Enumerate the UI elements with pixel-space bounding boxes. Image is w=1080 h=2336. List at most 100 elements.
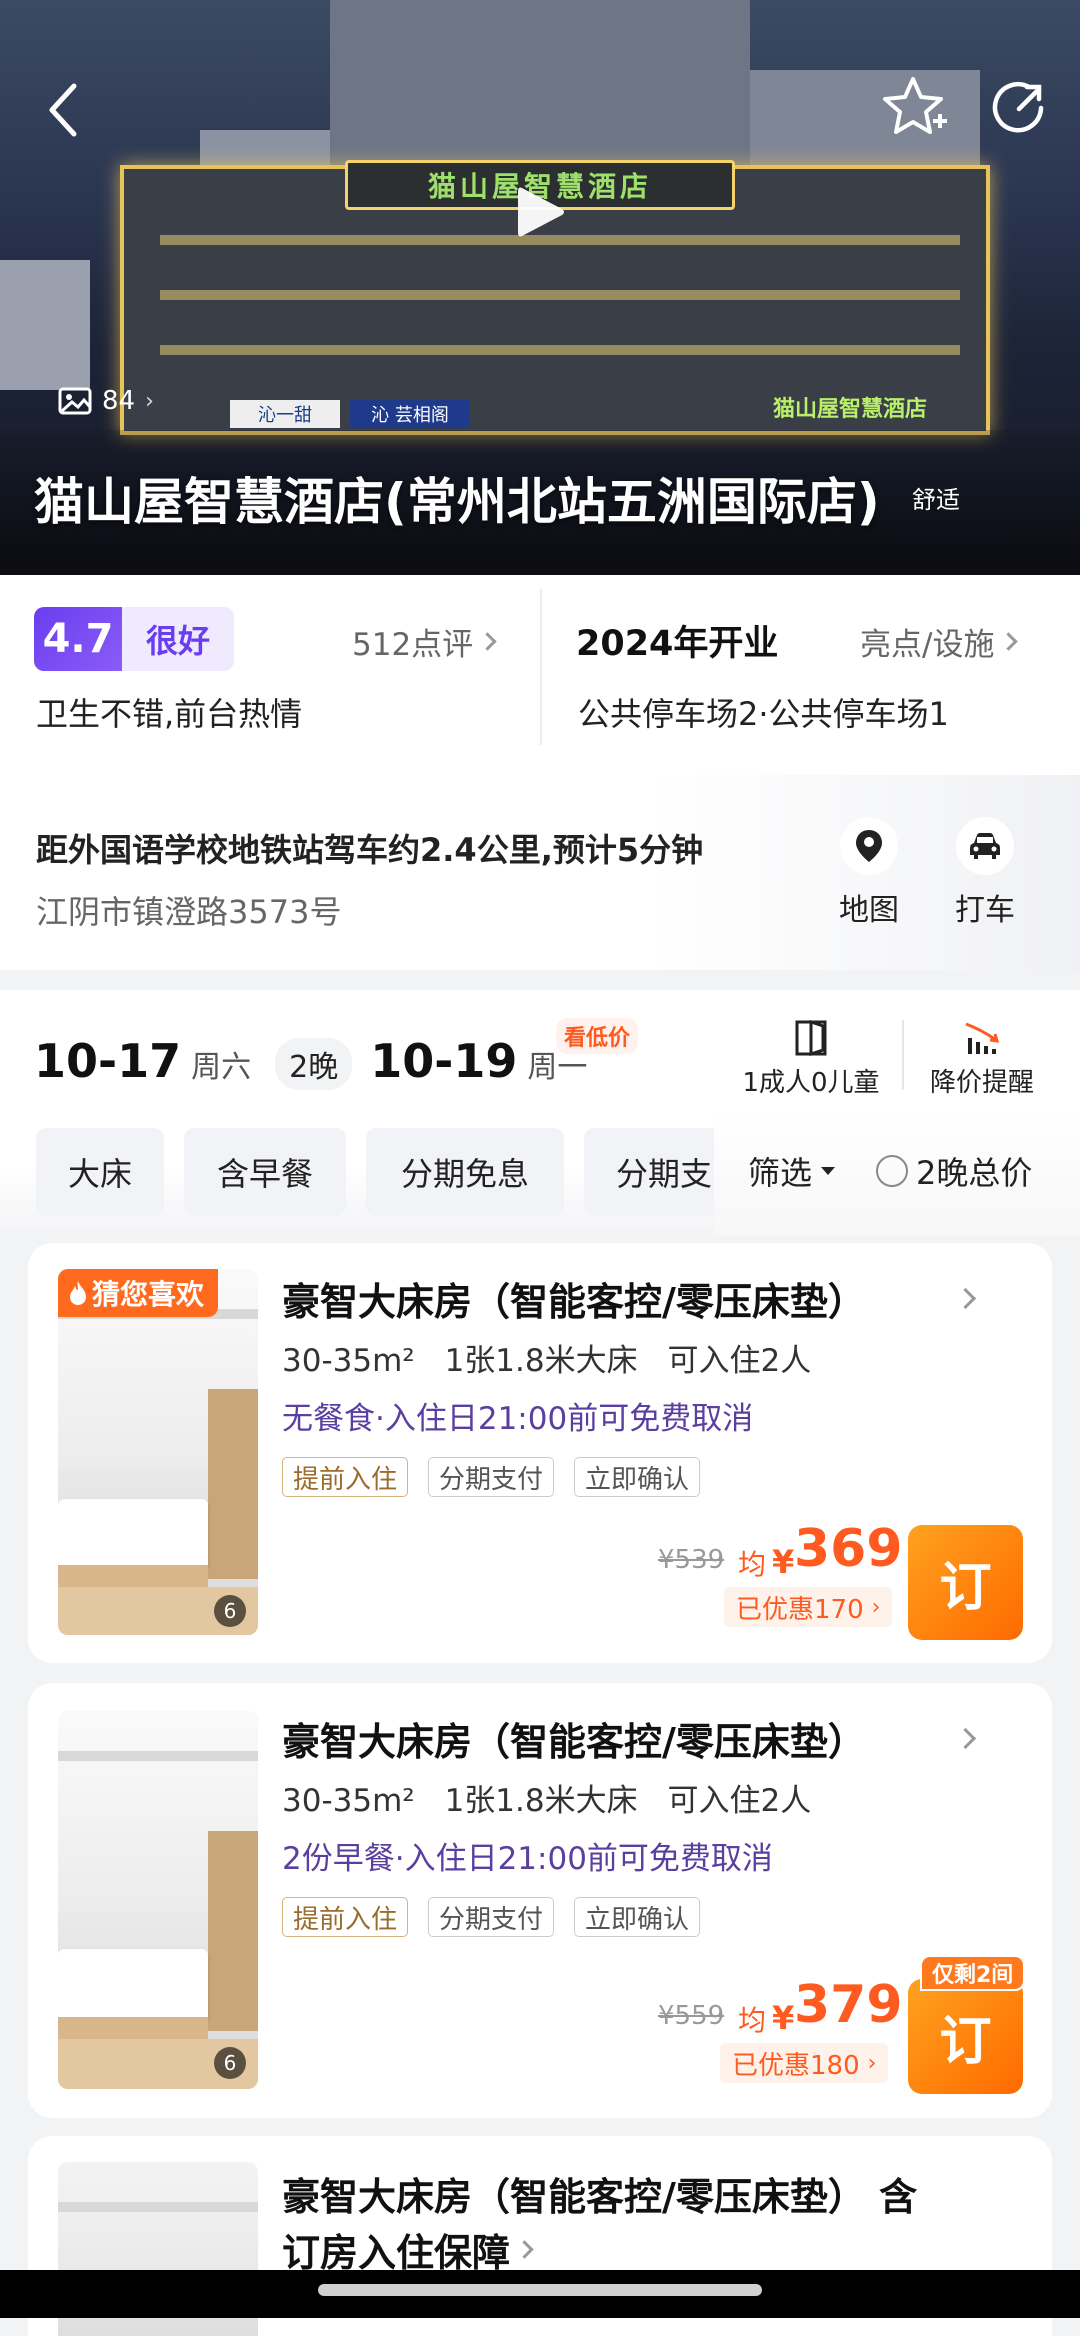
discount-link[interactable]: 已优惠170 › bbox=[724, 1587, 893, 1627]
tag-installment: 分期支付 bbox=[428, 1457, 555, 1497]
tag-early-checkin: 提前入住 bbox=[282, 1897, 409, 1937]
room-policy: 2份早餐·入住日21:00前可免费取消 bbox=[282, 1841, 773, 1877]
rooms-remaining-badge: 仅剩2间 bbox=[920, 1955, 1026, 1991]
hotel-grade-tag: 舒适 bbox=[912, 486, 960, 514]
room-title: 豪智大床房（智能客控/零压床垫） bbox=[282, 1280, 866, 1324]
avg-price-label: 均 bbox=[738, 2004, 767, 2037]
chevron-right-icon: › bbox=[145, 388, 154, 414]
room-photo[interactable]: 6 bbox=[58, 1269, 258, 1635]
avg-price-label: 均 bbox=[738, 1548, 767, 1581]
shop-sign: 沁 芸相阁 bbox=[350, 400, 470, 428]
checkin-weekday: 周六 bbox=[191, 1050, 252, 1085]
date-selector[interactable]: 10-17 周六 2晚 10-19 周一 bbox=[34, 1034, 587, 1090]
back-button[interactable] bbox=[24, 70, 104, 150]
checkout-date: 10-19 bbox=[370, 1034, 518, 1088]
room-bed: 1张1.8米大床 bbox=[444, 1343, 638, 1379]
location-section: 距外国语学校地铁站驾车约2.4公里,预计5分钟 江阴市镇澄路3573号 地图 打… bbox=[0, 775, 1080, 970]
chevron-right-icon bbox=[954, 1727, 977, 1750]
map-button[interactable]: 地图 bbox=[834, 817, 904, 929]
filter-chip-installment-free[interactable]: 分期免息 bbox=[366, 1128, 564, 1216]
price-alert-label: 降价提醒 bbox=[929, 1068, 1034, 1098]
total-price-toggle[interactable]: 2晚总价 bbox=[876, 1148, 1032, 1194]
filter-dropdown[interactable]: 筛选 bbox=[748, 1148, 836, 1194]
room-size: 30-35m² bbox=[282, 1343, 415, 1379]
hotel-address: 江阴市镇澄路3573号 bbox=[36, 893, 342, 931]
hotel-entrance-sign: 猫山屋智慧酒店 bbox=[772, 397, 927, 422]
play-video-icon[interactable] bbox=[512, 182, 568, 246]
price-down-chart-icon bbox=[965, 1022, 1000, 1054]
chevron-right-icon bbox=[954, 1287, 977, 1310]
taxi-button[interactable]: 打车 bbox=[950, 817, 1020, 929]
total-price-label: 2晚总价 bbox=[916, 1154, 1033, 1192]
price-alert-button[interactable]: 降价提醒 bbox=[922, 1018, 1042, 1099]
room-title: 豪智大床房（智能客控/零压床垫） 含 bbox=[282, 2175, 918, 2219]
hotel-hero-image[interactable]: 猫山屋智慧酒店 沁 芸相阁 沁一甜 猫山屋智慧酒店 84 › 猫山屋智慧酒店(常… bbox=[0, 0, 1080, 575]
guest-selector[interactable]: 1成人0儿童 bbox=[736, 1018, 886, 1099]
room-title: 豪智大床房（智能客控/零压床垫） bbox=[282, 1720, 866, 1764]
favorite-star-icon[interactable] bbox=[876, 68, 956, 148]
guest-count: 1成人0儿童 bbox=[742, 1068, 880, 1098]
room-price: 369 bbox=[794, 1519, 903, 1579]
map-pin-icon bbox=[840, 817, 898, 875]
checkin-date: 10-17 bbox=[34, 1034, 182, 1088]
booking-guarantee-label: 订房入住保障 bbox=[282, 2231, 511, 2275]
tag-installment: 分期支付 bbox=[428, 1897, 555, 1937]
original-price: ¥559 bbox=[658, 2001, 725, 2031]
chevron-right-icon: › bbox=[867, 2050, 877, 2076]
image-icon bbox=[58, 387, 92, 415]
photo-count[interactable]: 84 › bbox=[58, 386, 154, 416]
tag-early-checkin: 提前入住 bbox=[282, 1457, 409, 1497]
tag-instant-confirm: 立即确认 bbox=[574, 1897, 701, 1937]
price-currency: ¥ bbox=[772, 1543, 795, 1581]
room-size: 30-35m² bbox=[282, 1783, 415, 1819]
filter-chip-breakfast[interactable]: 含早餐 bbox=[184, 1128, 346, 1216]
facility-summary: 公共停车场2·公共停车场1 bbox=[578, 695, 949, 733]
filter-label: 筛选 bbox=[748, 1154, 813, 1192]
door-icon bbox=[795, 1019, 827, 1057]
room-photo[interactable]: 6 bbox=[58, 1711, 258, 2089]
hotel-info-summary: 4.7 很好 512点评 卫生不错,前台热情 2024年开业 亮点/设施 公共停… bbox=[0, 575, 1080, 775]
filter-chip-installment-pay[interactable]: 分期支 bbox=[584, 1128, 714, 1216]
discount-amount: 已优惠170 bbox=[736, 1594, 864, 1625]
booking-guarantee-link[interactable]: 订房入住保障 bbox=[282, 2222, 538, 2277]
discount-link[interactable]: 已优惠180 › bbox=[720, 2043, 889, 2083]
rating-score: 4.7 bbox=[34, 607, 122, 671]
low-price-badge[interactable]: 看低价 bbox=[556, 1018, 639, 1054]
room-capacity: 可入住2人 bbox=[667, 1783, 812, 1819]
chevron-right-icon: › bbox=[871, 1594, 881, 1620]
original-price: ¥539 bbox=[658, 1545, 725, 1575]
filter-chip-king-bed[interactable]: 大床 bbox=[36, 1128, 164, 1216]
nights-count: 2晚 bbox=[275, 1038, 353, 1090]
map-label: 地图 bbox=[839, 893, 899, 928]
reviews-count: 512点评 bbox=[352, 627, 474, 663]
room-policy: 无餐食·入住日21:00前可免费取消 bbox=[282, 1401, 754, 1437]
reviews-link[interactable]: 512点评 bbox=[352, 619, 499, 664]
rating-label: 很好 bbox=[122, 607, 234, 671]
share-refresh-icon[interactable] bbox=[978, 68, 1058, 148]
room-price: 379 bbox=[794, 1975, 903, 2035]
photo-count-badge: 6 bbox=[214, 1595, 246, 1627]
taxi-label: 打车 bbox=[955, 893, 1015, 928]
system-navigation-bar bbox=[0, 2270, 1080, 2318]
highlights-facilities-label: 亮点/设施 bbox=[860, 627, 995, 663]
room-card[interactable]: 6 豪智大床房（智能客控/零压床垫） 30-35m² 1张1.8米大床 可入住2… bbox=[28, 1683, 1052, 2118]
room-card[interactable]: 6 猜您喜欢 豪智大床房（智能客控/零压床垫） 30-35m² 1张1.8米大床… bbox=[28, 1243, 1052, 1663]
tag-instant-confirm: 立即确认 bbox=[574, 1457, 701, 1497]
recommend-badge: 猜您喜欢 bbox=[58, 1269, 219, 1317]
flame-icon bbox=[70, 1281, 86, 1305]
background-house bbox=[0, 260, 90, 390]
book-button[interactable]: 订 bbox=[908, 1525, 1023, 1640]
triangle-down-icon bbox=[821, 1167, 836, 1175]
room-specs: 30-35m² 1张1.8米大床 可入住2人 bbox=[282, 1775, 811, 1820]
home-gesture-bar[interactable] bbox=[318, 2284, 762, 2296]
radio-circle-icon bbox=[876, 1155, 908, 1187]
discount-amount: 已优惠180 bbox=[732, 2050, 860, 2081]
car-icon bbox=[956, 817, 1014, 875]
price-currency: ¥ bbox=[772, 1999, 795, 2037]
recommend-badge-label: 猜您喜欢 bbox=[92, 1278, 205, 1311]
room-capacity: 可入住2人 bbox=[667, 1343, 812, 1379]
distance-info: 距外国语学校地铁站驾车约2.4公里,预计5分钟 bbox=[36, 831, 704, 869]
book-button[interactable]: 订 bbox=[908, 1979, 1023, 2094]
hotel-name: 猫山屋智慧酒店(常州北站五洲国际店) bbox=[34, 473, 880, 531]
highlights-facilities-link[interactable]: 亮点/设施 bbox=[860, 619, 1020, 664]
